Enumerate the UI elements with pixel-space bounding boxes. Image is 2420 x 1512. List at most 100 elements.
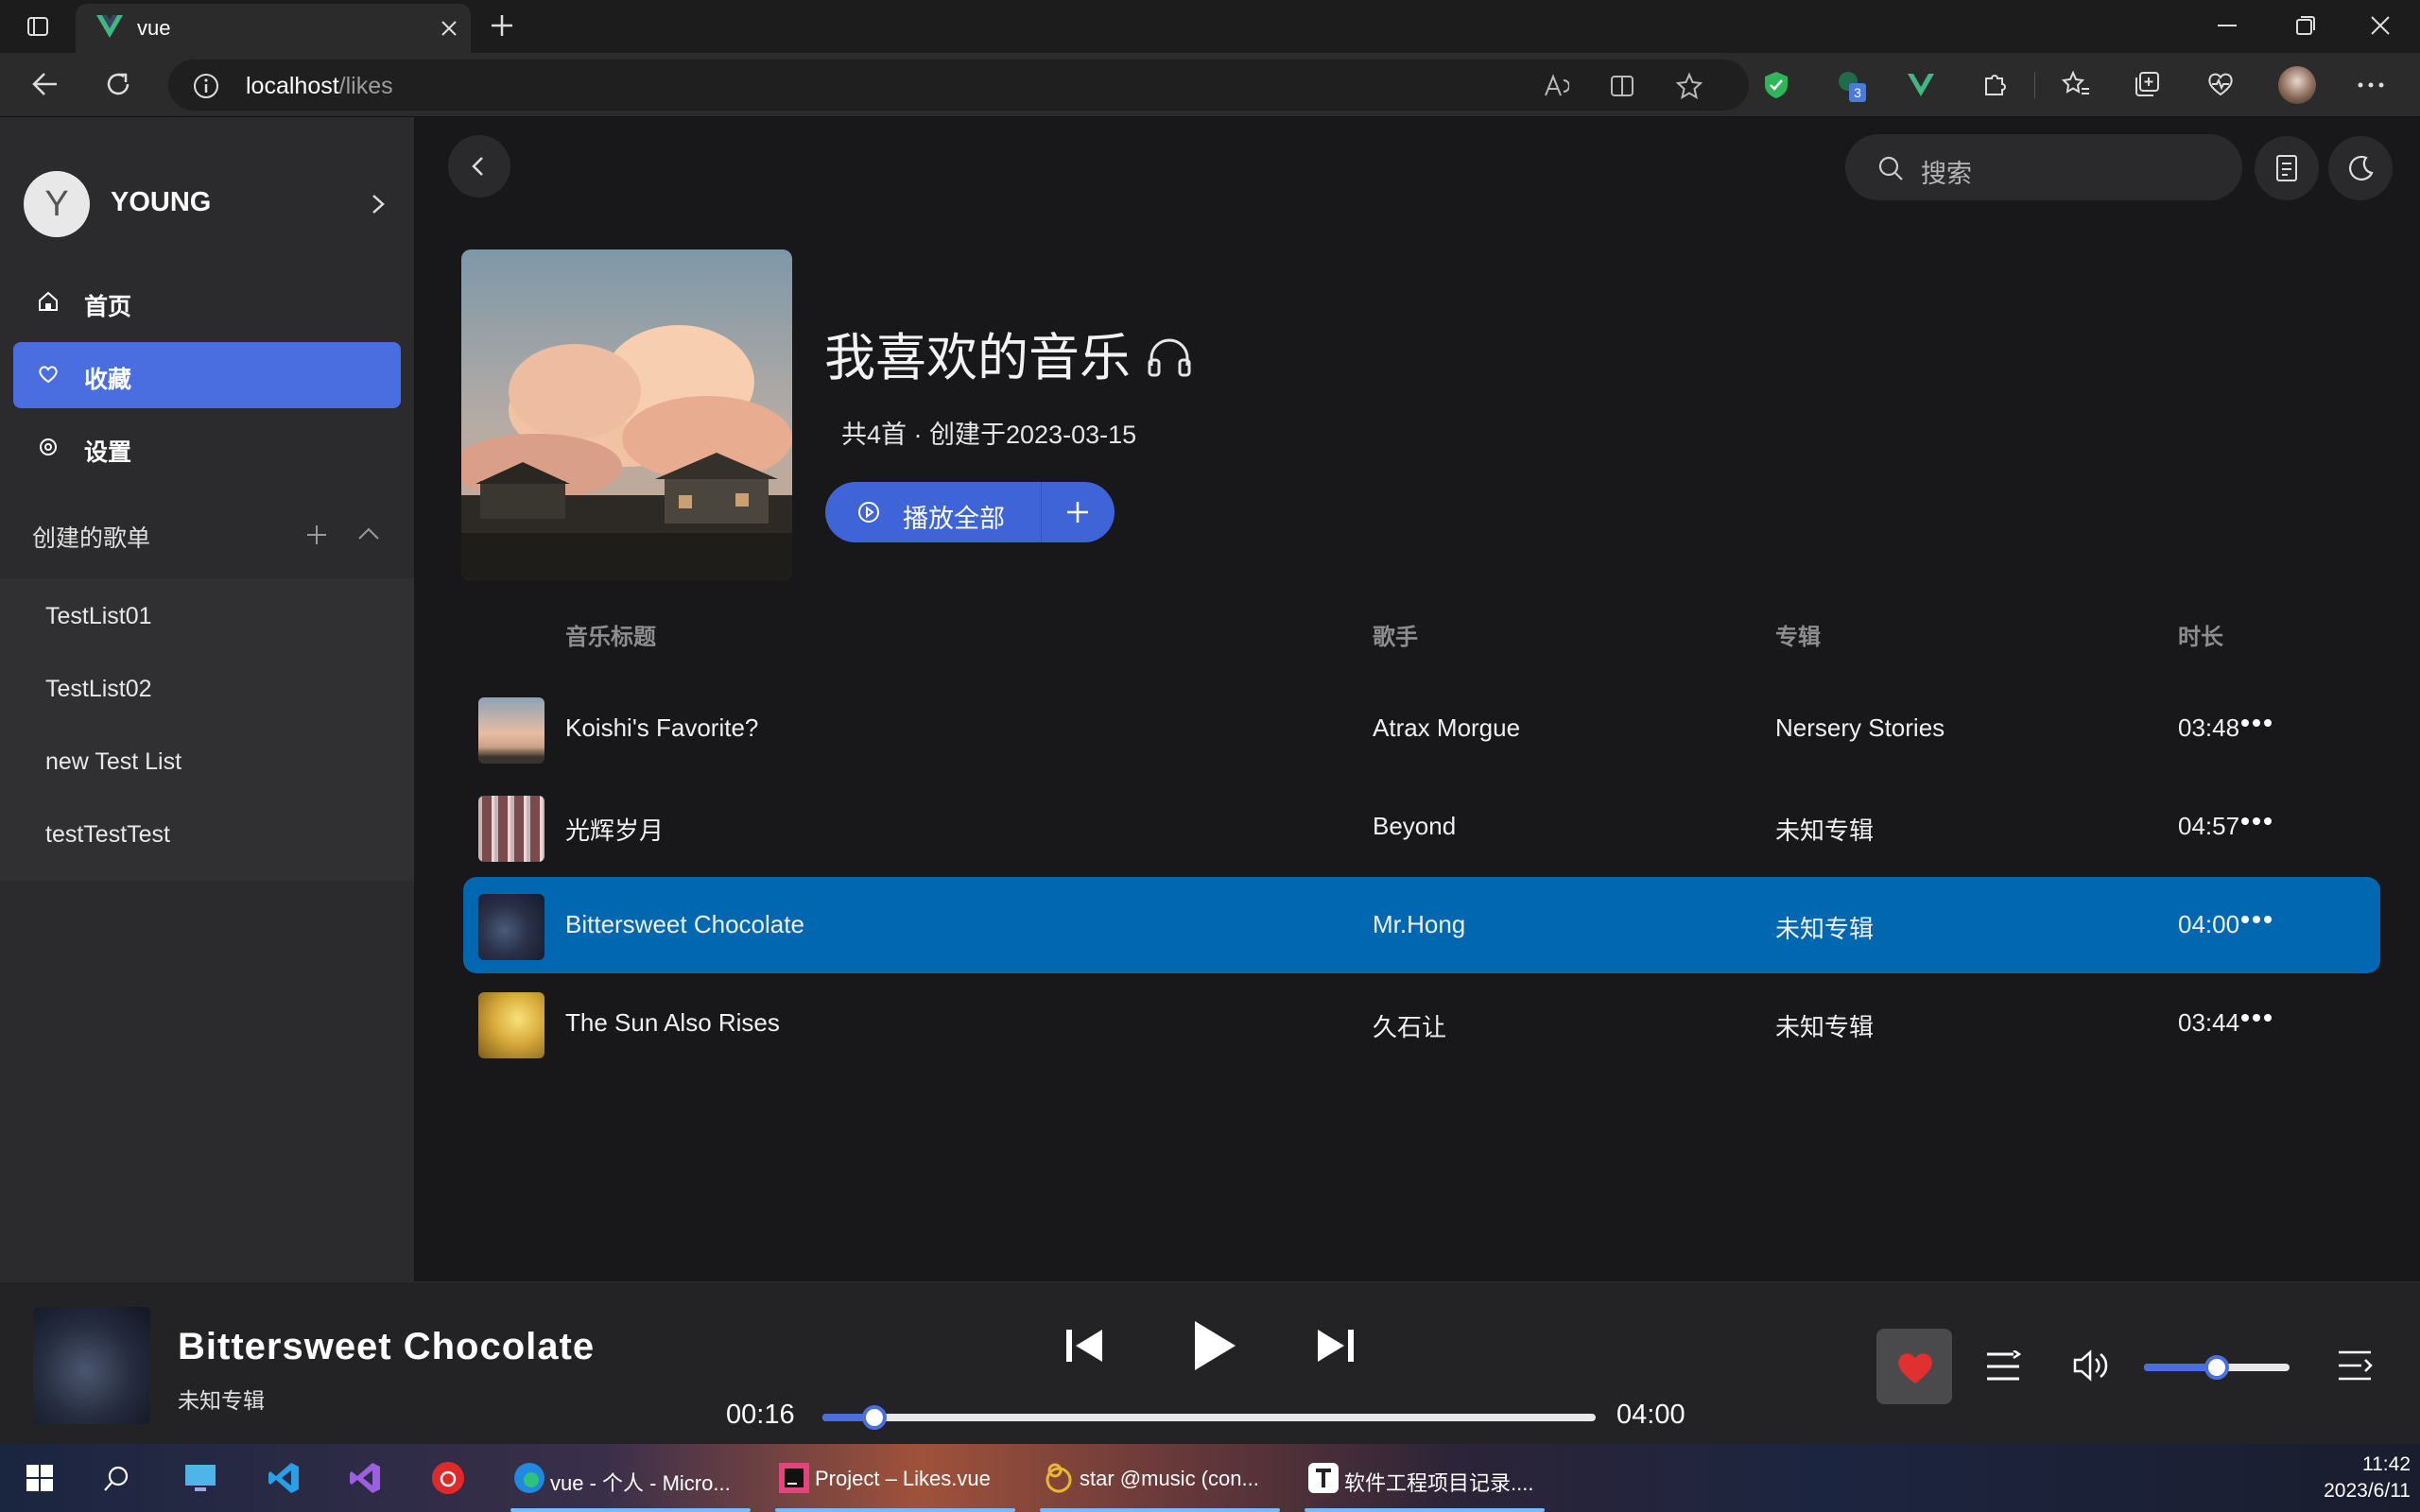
- settings-icon: [38, 437, 59, 457]
- more-options-icon[interactable]: [2240, 915, 2273, 924]
- more-options-icon[interactable]: [2240, 1013, 2273, 1022]
- table-row-playing[interactable]: Bittersweet Chocolate Mr.Hong 未知专辑 04:00: [463, 877, 2380, 973]
- profile-avatar[interactable]: [2278, 66, 2316, 104]
- site-info-icon[interactable]: [193, 73, 219, 99]
- queue-list-icon[interactable]: [2337, 1349, 2373, 1383]
- song-album[interactable]: 未知专辑: [1775, 910, 1874, 945]
- refresh-icon[interactable]: [105, 71, 131, 97]
- extension-with-badge-icon[interactable]: 3: [1834, 68, 1866, 102]
- sidebar-item-likes[interactable]: 收藏: [13, 342, 401, 408]
- song-artist[interactable]: Beyond: [1373, 812, 1456, 841]
- play-all-button[interactable]: 播放全部: [825, 482, 1115, 542]
- shield-extension-icon[interactable]: [1762, 70, 1790, 100]
- search-input[interactable]: 搜索: [1845, 134, 2242, 200]
- more-menu-icon[interactable]: [2358, 82, 2384, 88]
- next-track-icon[interactable]: [1316, 1326, 1356, 1366]
- close-tab-icon[interactable]: [441, 20, 458, 37]
- active-indicator: [510, 1508, 751, 1512]
- taskbar-app-edge[interactable]: vue - 个人 - Micro...: [503, 1444, 758, 1512]
- performance-heart-icon[interactable]: [2206, 70, 2235, 98]
- collections-icon[interactable]: [2133, 70, 2161, 98]
- url-path: /likes: [338, 73, 393, 99]
- playlist-toggle-icon[interactable]: [1985, 1350, 2021, 1383]
- minimize-icon[interactable]: [2218, 25, 2237, 28]
- volume-handle[interactable]: [2204, 1355, 2229, 1380]
- extensions-puzzle-icon[interactable]: [1981, 70, 2010, 98]
- column-header-album[interactable]: 专辑: [1775, 618, 1821, 651]
- now-playing-cover[interactable]: [33, 1307, 150, 1424]
- read-aloud-icon[interactable]: [1543, 73, 1569, 99]
- chevron-right-icon[interactable]: [371, 193, 386, 215]
- taskbar-app-terminal[interactable]: star @music (con...: [1032, 1444, 1288, 1512]
- song-artist[interactable]: 久石让: [1373, 1008, 1446, 1043]
- table-row[interactable]: 光辉岁月 Beyond 未知专辑 04:57: [463, 779, 2380, 875]
- address-bar-row: localhost/likes 3: [0, 53, 2420, 117]
- headphones-icon: [1148, 338, 1191, 377]
- song-artist[interactable]: Atrax Morgue: [1373, 713, 1520, 743]
- now-playing-album[interactable]: 未知专辑: [178, 1383, 265, 1415]
- table-row[interactable]: Koishi's Favorite? Atrax Morgue Nersery …: [463, 680, 2380, 777]
- new-tab-icon[interactable]: [490, 13, 514, 38]
- visual-studio-icon[interactable]: [348, 1461, 382, 1495]
- sidebar-item-settings[interactable]: 设置: [13, 415, 401, 481]
- split-screen-icon[interactable]: [1609, 73, 1635, 99]
- song-album[interactable]: 未知专辑: [1775, 812, 1874, 847]
- heart-icon: [38, 364, 59, 385]
- taskbar-search-icon[interactable]: [102, 1465, 130, 1493]
- playlist-item[interactable]: testTestTest: [45, 821, 170, 849]
- now-playing-title[interactable]: Bittersweet Chocolate: [178, 1326, 595, 1368]
- taskbar-app-intellij[interactable]: Project – Likes.vue: [768, 1444, 1023, 1512]
- sidebar: Y YOUNG 首页 收藏 设置 创建的歌单 TestList01 TestLi…: [0, 117, 414, 1281]
- lyrics-button[interactable]: [2255, 136, 2319, 200]
- windows-start-icon[interactable]: [26, 1465, 53, 1491]
- volume-slider[interactable]: [2144, 1355, 2290, 1380]
- vue-devtools-icon[interactable]: [1908, 74, 1934, 96]
- add-to-queue-icon[interactable]: [1065, 500, 1090, 524]
- url-input[interactable]: localhost/likes: [168, 60, 1749, 111]
- song-album[interactable]: Nersery Stories: [1775, 713, 1945, 743]
- playlist-meta: 共4首 · 创建于2023-03-15: [841, 421, 1137, 449]
- browser-tab-vue[interactable]: vue: [76, 4, 471, 53]
- clock-time: 11:42: [2362, 1453, 2411, 1475]
- back-icon[interactable]: [32, 72, 59, 96]
- more-options-icon[interactable]: [2240, 718, 2273, 728]
- progress-handle[interactable]: [861, 1405, 887, 1430]
- like-button[interactable]: [1876, 1329, 1952, 1404]
- playlist-item[interactable]: TestList01: [45, 603, 152, 630]
- dark-mode-button[interactable]: [2328, 136, 2393, 200]
- play-icon[interactable]: [1191, 1318, 1238, 1373]
- user-avatar[interactable]: Y: [24, 171, 90, 237]
- column-header-title[interactable]: 音乐标题: [565, 618, 656, 651]
- active-indicator: [1305, 1508, 1545, 1512]
- song-artist[interactable]: Mr.Hong: [1373, 910, 1465, 939]
- table-row[interactable]: The Sun Also Rises 久石让 未知专辑 03:44: [463, 975, 2380, 1072]
- desktop-app-icon[interactable]: [183, 1463, 217, 1493]
- close-window-icon[interactable]: [2371, 16, 2390, 35]
- previous-track-icon[interactable]: [1064, 1326, 1104, 1366]
- volume-icon[interactable]: [2072, 1349, 2110, 1383]
- progress-bar[interactable]: [822, 1405, 1596, 1430]
- playlist-item[interactable]: TestList02: [45, 676, 152, 703]
- netease-music-icon[interactable]: [431, 1461, 465, 1495]
- system-clock[interactable]: 11:42 2023/6/11: [2307, 1452, 2411, 1504]
- column-header-artist[interactable]: 歌手: [1373, 618, 1418, 651]
- more-options-icon[interactable]: [2240, 816, 2273, 826]
- favorites-icon[interactable]: [2061, 70, 2091, 98]
- song-album[interactable]: 未知专辑: [1775, 1008, 1874, 1043]
- playlist-title: 我喜欢的音乐: [824, 330, 1131, 387]
- song-thumbnail: [478, 796, 544, 862]
- typora-icon: [1308, 1463, 1339, 1493]
- user-name[interactable]: YOUNG: [111, 187, 211, 218]
- add-playlist-icon[interactable]: [305, 524, 328, 546]
- sidebar-item-home[interactable]: 首页: [13, 269, 401, 335]
- back-button[interactable]: [448, 135, 510, 198]
- tab-actions-icon[interactable]: [26, 15, 49, 38]
- playlist-item[interactable]: new Test List: [45, 748, 182, 776]
- favorite-star-icon[interactable]: [1675, 72, 1703, 100]
- active-indicator: [1040, 1508, 1280, 1512]
- vscode-icon[interactable]: [267, 1461, 301, 1495]
- collapse-chevron-up-icon[interactable]: [357, 526, 380, 541]
- taskbar-app-typora[interactable]: 软件工程项目记录....: [1297, 1444, 1552, 1512]
- restore-icon[interactable]: [2295, 15, 2316, 36]
- column-header-duration[interactable]: 时长: [2178, 618, 2223, 651]
